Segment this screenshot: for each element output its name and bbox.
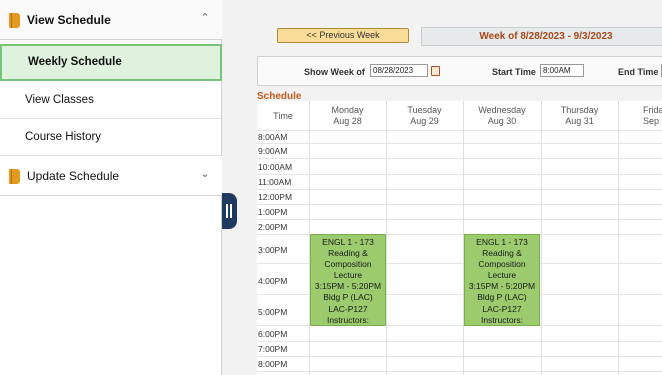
show-week-label: Show Week of [304,67,365,77]
time-label: 12:00PM [258,192,293,202]
event-line: Lecture [487,270,517,281]
event-line: Bldg P (LAC) [323,292,373,303]
time-label: 8:00AM [258,132,288,142]
time-label: 8:00PM [258,359,288,369]
grid-row-line [257,189,662,190]
event-line: Instructors: [326,314,370,325]
event-line: 3:15PM - 5:20PM [314,281,382,292]
view-schedule-label: View Schedule [27,13,111,27]
time-label: 4:00PM [258,276,288,286]
day-date: Aug 29 [410,116,439,126]
day-name: Tuesday [407,105,442,115]
grid-row-line [257,371,662,372]
day-header-wednesday: Wednesday Aug 30 [463,101,541,130]
event-line: Reading & [482,248,522,259]
schedule-grid: Time Monday Aug 28 Tuesday Aug 29 Wednes… [257,101,662,375]
start-time-input[interactable]: 8:00AM [540,64,584,77]
update-schedule-section-header[interactable]: Update Schedule ⌄ [0,156,222,196]
event-line: Instructors: [480,314,524,325]
chevron-down-icon[interactable]: ⌄ [200,169,210,180]
time-label: 9:00AM [258,146,288,156]
page: View Schedule ⌃ Weekly Schedule View Cla… [0,0,662,375]
event-line: ENGL 1 - 173 [476,237,528,247]
grid-row-line [257,219,662,220]
grid-row-line [257,204,662,205]
view-schedule-section-header[interactable]: View Schedule ⌃ [0,0,222,40]
main-content: << Previous Week Week of 8/28/2023 - 9/3… [237,0,662,375]
time-label: 7:00PM [258,344,288,354]
event-line: LAC-P127 [328,303,368,314]
day-date: Aug 30 [487,116,517,126]
time-label: 2:00PM [258,222,288,232]
day-date: Sep [643,116,660,126]
sidebar-item-view-classes[interactable]: View Classes [0,82,222,119]
sidebar: View Schedule ⌃ Weekly Schedule View Cla… [0,0,222,375]
event-line: Reading & [328,248,368,259]
book-icon [9,169,20,184]
grid-row-line [257,130,662,131]
time-label: 11:00AM [258,177,292,187]
event-line: LAC-P127 [482,303,522,314]
time-column-header: Time [273,111,293,121]
book-icon [9,13,20,28]
sidebar-item-weekly-schedule[interactable]: Weekly Schedule [0,44,222,81]
time-label: 6:00PM [258,329,288,339]
time-label: 1:00PM [258,207,288,217]
sidebar-item-label: Course History [25,131,102,143]
day-date: Aug 28 [333,116,362,126]
week-range-label: Week of 8/28/2023 - 9/3/2023 [421,27,662,46]
grid-row-line [257,143,662,144]
previous-week-button[interactable]: << Previous Week [277,28,409,43]
grid-row-line [257,158,662,159]
event-line: Composition [478,259,526,270]
grid-row-line [257,341,662,342]
chevron-up-icon[interactable]: ⌃ [200,13,210,24]
time-label: 3:00PM [258,245,288,255]
event-line: Bldg P (LAC) [477,292,527,303]
update-schedule-label: Update Schedule [27,169,120,183]
sidebar-item-label: Weekly Schedule [28,56,122,68]
day-date: Aug 31 [565,116,594,126]
event-line: Lecture [333,270,363,281]
day-name: Monday [331,105,364,115]
event-line: ENGL 1 - 173 [322,237,374,247]
day-header-friday: Frida Sep [618,101,662,130]
event-line: Composition [324,259,372,270]
start-time-label: Start Time [492,67,536,77]
schedule-options-bar: Show Week of 08/28/2023 Start Time 8:00A… [257,56,662,86]
day-name: Wednesday [478,105,526,115]
day-header-monday: Monday Aug 28 [309,101,386,130]
time-label: 5:00PM [258,307,288,317]
class-event-wednesday[interactable]: ENGL 1 - 173 Reading & Composition Lectu… [464,234,540,326]
sidebar-item-label: View Classes [25,94,94,106]
end-time-label: End Time [618,67,659,77]
day-name: Frida [643,105,662,115]
day-header-tuesday: Tuesday Aug 29 [386,101,463,130]
calendar-icon[interactable] [431,66,440,76]
day-header-thursday: Thursday Aug 31 [541,101,618,130]
show-week-input[interactable]: 08/28/2023 [370,64,428,77]
day-name: Thursday [560,105,599,115]
sidebar-item-course-history[interactable]: Course History [0,119,222,156]
event-line: 3:15PM - 5:20PM [468,281,536,292]
class-event-monday[interactable]: ENGL 1 - 173 Reading & Composition Lectu… [310,234,386,326]
time-label: 10:00AM [258,162,293,172]
grid-row-line [257,356,662,357]
grid-row-line [257,174,662,175]
sidebar-collapse-handle[interactable] [222,193,237,229]
